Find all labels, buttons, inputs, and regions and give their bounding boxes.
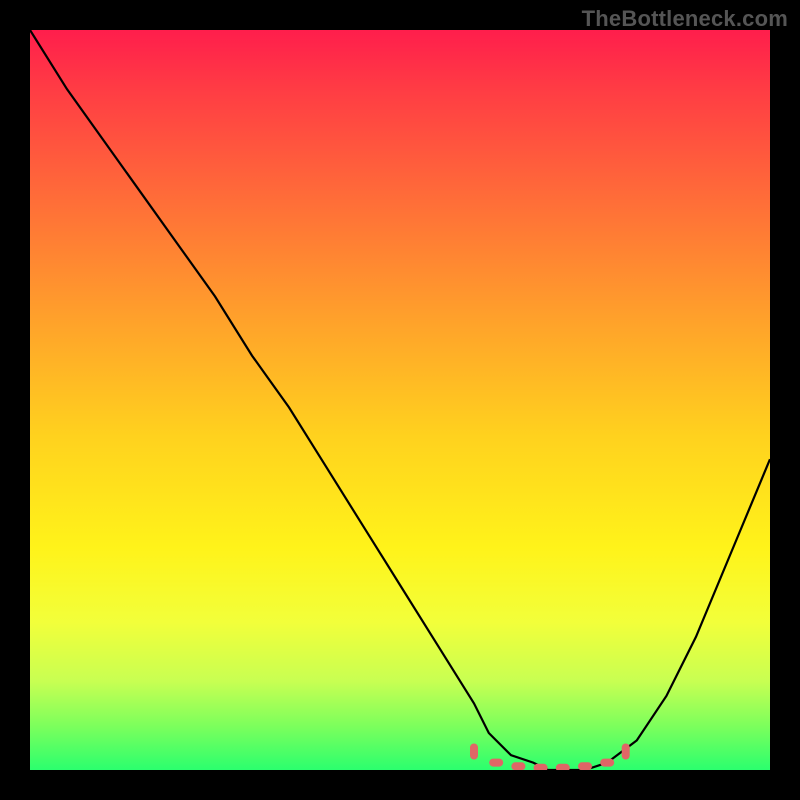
valley-marker [578, 762, 592, 770]
chart-svg [30, 30, 770, 770]
valley-marker [511, 762, 525, 770]
watermark-text: TheBottleneck.com [582, 6, 788, 32]
valley-marker [600, 759, 614, 767]
valley-marker [622, 744, 630, 760]
bottleneck-curve-path [30, 30, 770, 770]
valley-markers-group [470, 744, 630, 771]
chart-plot-area [30, 30, 770, 770]
valley-marker [556, 764, 570, 770]
valley-marker [534, 764, 548, 770]
valley-marker [489, 759, 503, 767]
valley-marker [470, 744, 478, 760]
